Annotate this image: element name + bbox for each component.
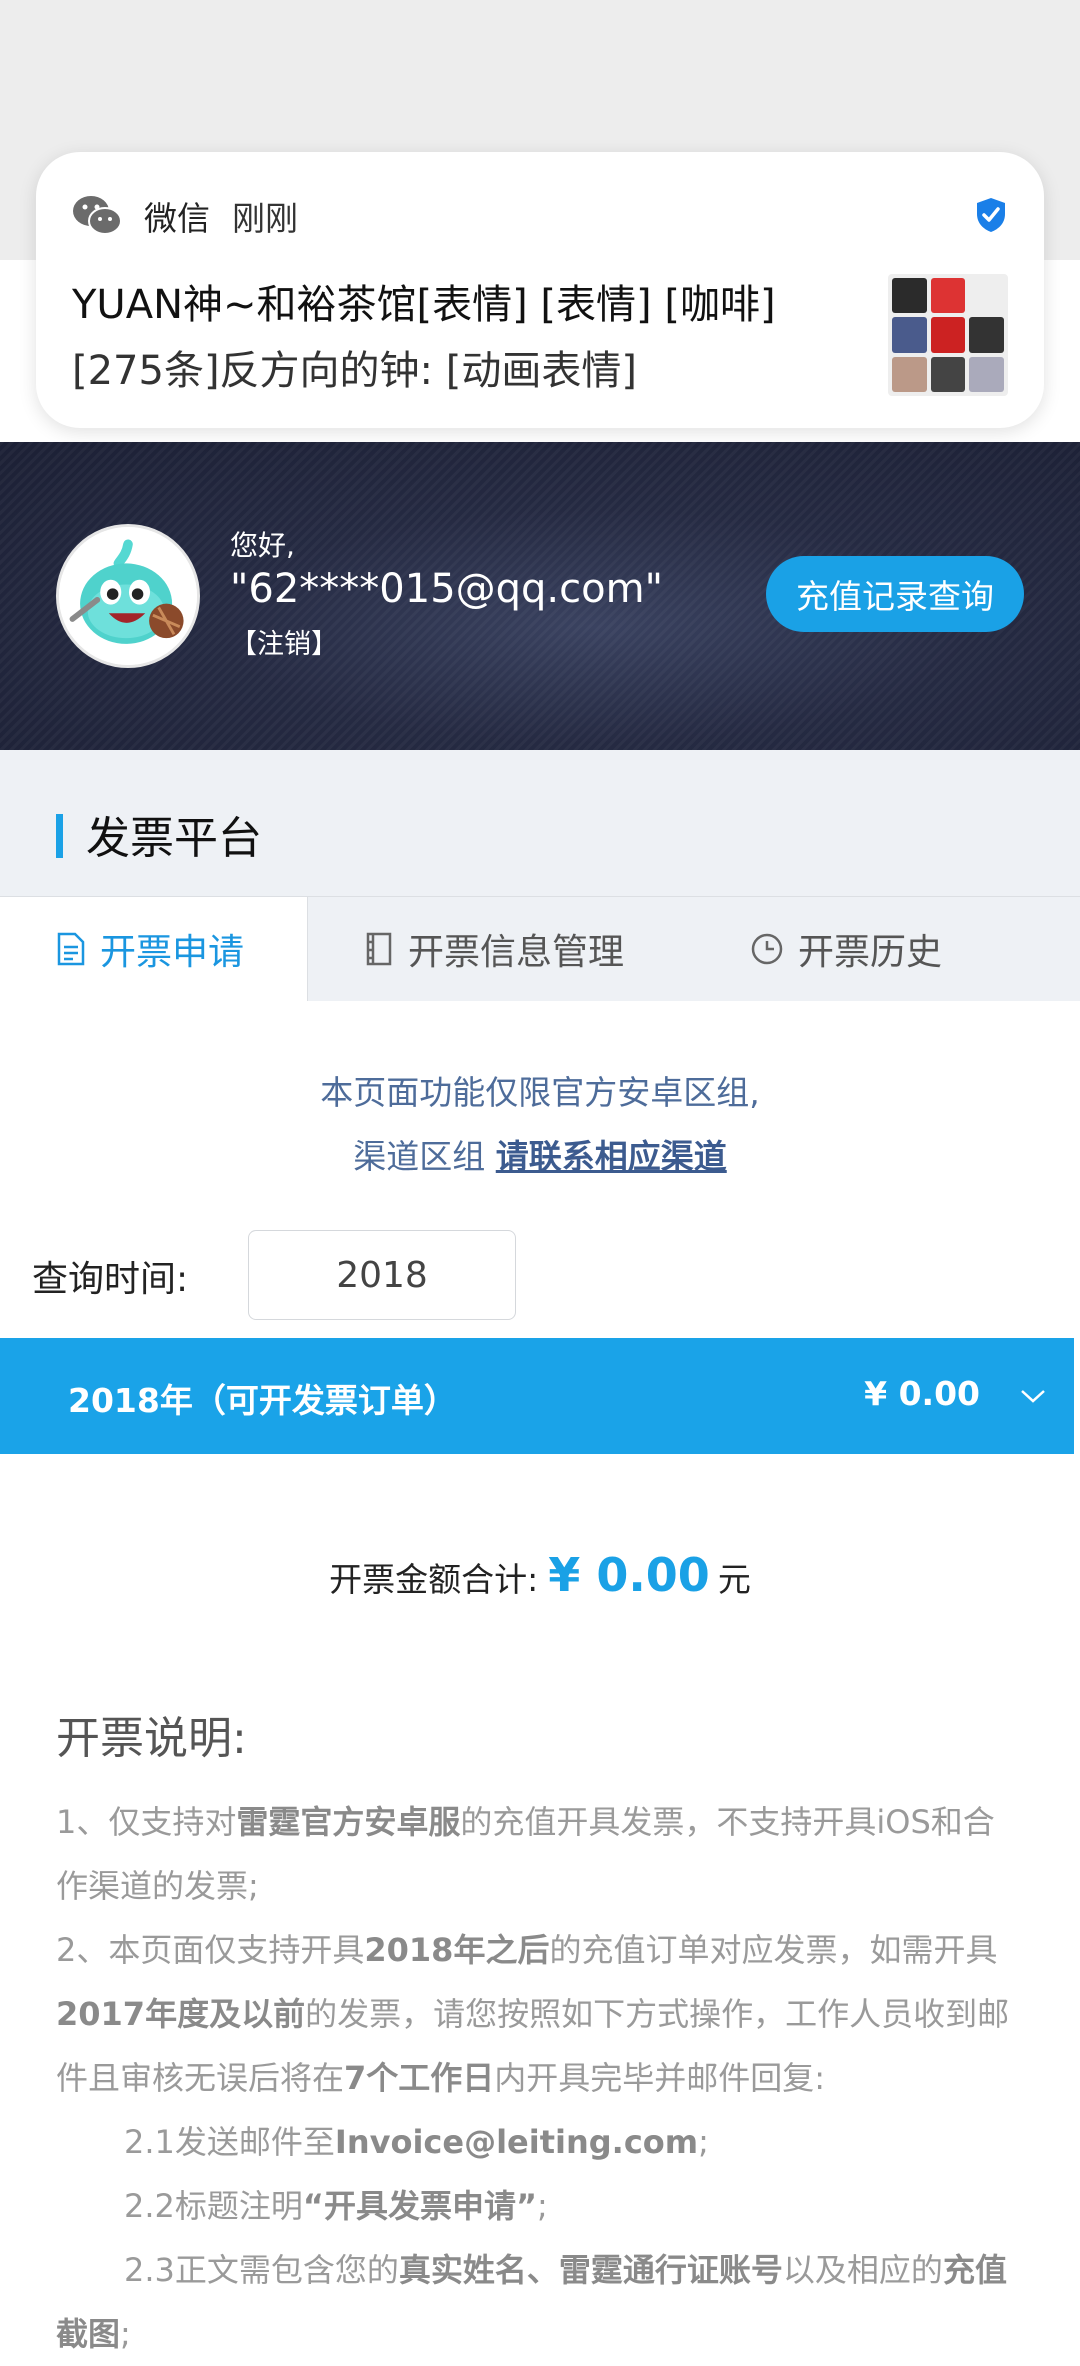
instruction-2: 2、本页面仅支持开具2018年之后的充值订单对应发票，如需开具2017年度及以前… bbox=[56, 1931, 1010, 2097]
notice-line-1: 本页面功能仅限官方安卓区组, bbox=[320, 1073, 760, 1112]
instructions-body: 1、仅支持对雷霆官方安卓服的充值开具发票，不支持开具iOS和合作渠道的发票; 2… bbox=[56, 1790, 1024, 2366]
tab-invoice-history[interactable]: 开票历史 bbox=[750, 897, 942, 1001]
notice-line-2: 渠道区组 请联系相应渠道 bbox=[0, 1130, 1080, 1178]
title-accent-bar bbox=[56, 814, 63, 858]
query-time-label: 查询时间: bbox=[32, 1259, 189, 1300]
thumbnail-cell bbox=[892, 317, 927, 353]
thumbnail-cell bbox=[930, 278, 966, 314]
document-icon bbox=[57, 932, 85, 966]
ledger-icon bbox=[366, 932, 392, 966]
avatar bbox=[56, 524, 200, 668]
tab-bar: 开票申请 开票信息管理 开票历史 bbox=[0, 896, 1080, 1001]
thumbnail-cell bbox=[969, 317, 1004, 353]
notice-prefix: 渠道区组 bbox=[353, 1137, 496, 1176]
group-avatar-thumbnail bbox=[888, 274, 1008, 396]
tab-label: 开票申请 bbox=[100, 932, 245, 973]
year-order-accordion[interactable]: 2018年（可开发票订单） ¥ 0.00 bbox=[0, 1338, 1074, 1454]
notification-body: [275条]反方向的钟: [动画表情] bbox=[72, 348, 637, 394]
platform-header: 发票平台 bbox=[0, 750, 1080, 896]
contact-channel-link[interactable]: 请联系相应渠道 bbox=[496, 1137, 727, 1176]
thumbnail-cell bbox=[892, 356, 927, 392]
page-title: 发票平台 bbox=[86, 813, 262, 864]
thumbnail-cell bbox=[892, 278, 927, 314]
tab-invoice-apply[interactable]: 开票申请 bbox=[0, 897, 308, 1001]
wechat-notification[interactable]: 微信 刚刚 YUAN神~和裕茶馆[表情] [表情] [咖啡] [275条]反方向… bbox=[36, 152, 1044, 428]
notification-time: 刚刚 bbox=[232, 199, 298, 238]
clock-icon bbox=[751, 933, 783, 965]
slime-avatar-icon bbox=[59, 527, 197, 665]
wechat-icon bbox=[73, 196, 122, 235]
year-order-label: 2018年（可开发票订单） bbox=[68, 1381, 457, 1420]
total-label: 开票金额合计: bbox=[329, 1560, 539, 1599]
thumbnail-cell bbox=[969, 278, 1004, 314]
verified-shield-icon bbox=[977, 198, 1005, 232]
year-select[interactable]: 2018 bbox=[248, 1230, 516, 1320]
thumbnail-cell bbox=[930, 356, 966, 392]
instructions-title: 开票说明: bbox=[56, 1713, 247, 1764]
thumbnail-cell bbox=[969, 356, 1004, 392]
total-amount: ¥ 0.00 bbox=[548, 1548, 710, 1602]
tab-invoice-info[interactable]: 开票信息管理 bbox=[364, 897, 624, 1001]
instruction-1: 1、仅支持对雷霆官方安卓服的充值开具发票，不支持开具iOS和合作渠道的发票; bbox=[56, 1803, 995, 1905]
tab-label: 开票历史 bbox=[798, 932, 943, 973]
notification-app-name: 微信 bbox=[144, 199, 210, 238]
tab-label: 开票信息管理 bbox=[408, 932, 625, 973]
recharge-history-button[interactable]: 充值记录查询 bbox=[766, 556, 1024, 632]
user-banner: 您好, "62****015@qq.com" 【注销】 充值记录查询 bbox=[0, 442, 1080, 750]
logout-link[interactable]: 【注销】 bbox=[230, 622, 338, 661]
instruction-2-3: 2.3正文需包含您的真实姓名、雷霆通行证账号以及相应的充值截图; bbox=[56, 2251, 1007, 2353]
instruction-2-2: 2.2标题注明“开具发票申请”; bbox=[124, 2187, 548, 2225]
instruction-2-1: 2.1发送邮件至Invoice@leiting.com; bbox=[124, 2123, 709, 2161]
thumbnail-cell bbox=[930, 317, 966, 353]
chevron-down-icon bbox=[1021, 1390, 1045, 1403]
year-order-amount: ¥ 0.00 bbox=[864, 1374, 980, 1413]
total-unit: 元 bbox=[717, 1560, 751, 1599]
notification-title: YUAN神~和裕茶馆[表情] [表情] [咖啡] bbox=[72, 282, 776, 328]
invoice-total: 开票金额合计: ¥ 0.00 元 bbox=[0, 1548, 1080, 1602]
account-email: "62****015@qq.com" bbox=[230, 566, 663, 612]
greeting-text: 您好, bbox=[230, 529, 295, 562]
